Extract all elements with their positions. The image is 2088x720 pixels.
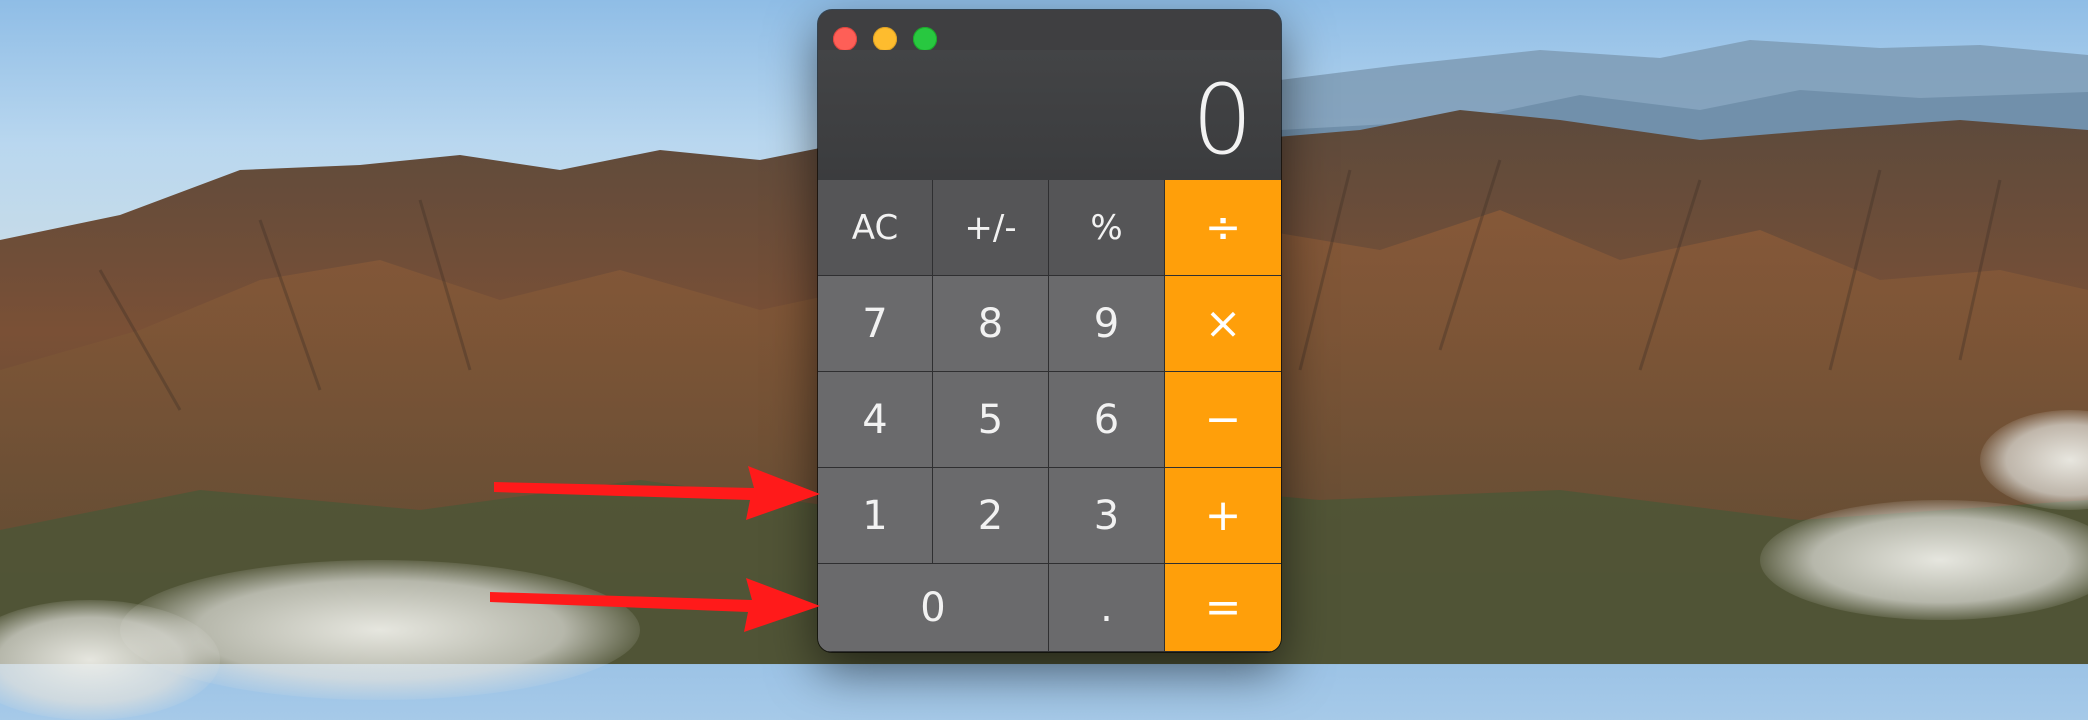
key-multiply[interactable]: × xyxy=(1165,276,1281,372)
calculator-window: 0 AC +/- % ÷ 7 8 9 × 4 5 6 − 1 2 3 + 0 .… xyxy=(818,10,1281,652)
key-6[interactable]: 6 xyxy=(1049,372,1165,468)
key-decimal[interactable]: . xyxy=(1049,564,1165,652)
close-button[interactable] xyxy=(833,27,857,51)
key-0[interactable]: 0 xyxy=(818,564,1049,652)
title-bar[interactable] xyxy=(818,10,1281,51)
key-9[interactable]: 9 xyxy=(1049,276,1165,372)
key-all-clear[interactable]: AC xyxy=(818,180,933,276)
key-5[interactable]: 5 xyxy=(933,372,1049,468)
result-display: 0 xyxy=(818,50,1281,180)
key-divide[interactable]: ÷ xyxy=(1165,180,1281,276)
key-subtract[interactable]: − xyxy=(1165,372,1281,468)
key-equals[interactable]: = xyxy=(1165,564,1281,652)
key-2[interactable]: 2 xyxy=(933,468,1049,564)
key-8[interactable]: 8 xyxy=(933,276,1049,372)
key-3[interactable]: 3 xyxy=(1049,468,1165,564)
red-arrow-icon xyxy=(490,578,820,632)
key-percent[interactable]: % xyxy=(1049,180,1165,276)
keypad: AC +/- % ÷ 7 8 9 × 4 5 6 − 1 2 3 + 0 . = xyxy=(818,180,1281,652)
key-sign-toggle[interactable]: +/- xyxy=(933,180,1049,276)
key-7[interactable]: 7 xyxy=(818,276,933,372)
red-arrow-icon xyxy=(494,466,820,520)
display-value: 0 xyxy=(1191,64,1253,176)
minimize-button[interactable] xyxy=(873,27,897,51)
key-4[interactable]: 4 xyxy=(818,372,933,468)
zoom-button[interactable] xyxy=(913,27,937,51)
key-add[interactable]: + xyxy=(1165,468,1281,564)
key-1[interactable]: 1 xyxy=(818,468,933,564)
